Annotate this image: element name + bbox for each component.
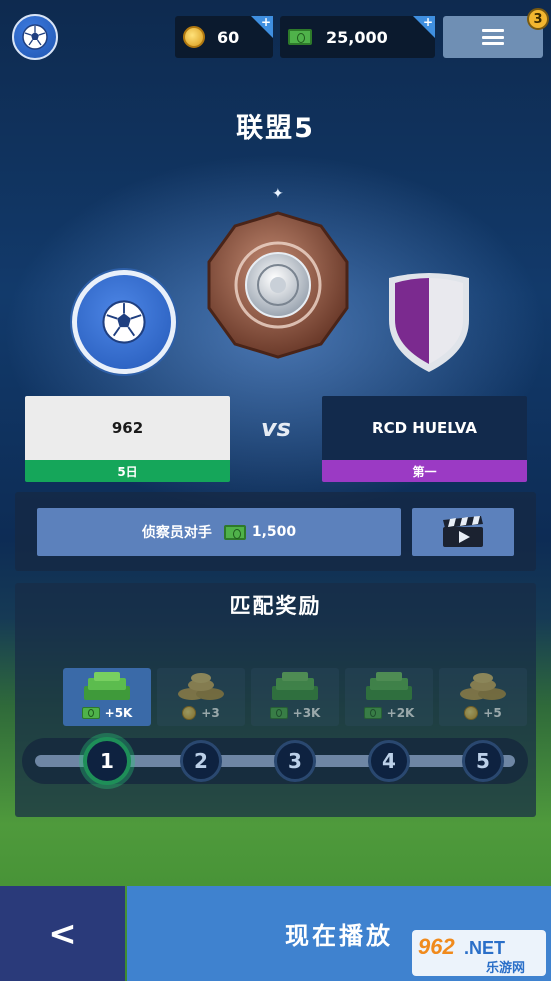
soccer-ball-icon xyxy=(102,300,146,344)
away-team-card: RCD HUELVA 第一 xyxy=(322,396,527,482)
sparkle-icon: ✦ xyxy=(272,186,284,202)
svg-text:.NET: .NET xyxy=(464,938,505,958)
chevron-left-icon: < xyxy=(48,913,77,954)
step-marker: 4 xyxy=(368,740,410,782)
home-team-card: 962 5日 xyxy=(25,396,230,482)
reward-tile[interactable]: +3K xyxy=(251,668,339,726)
coins-value: 60 xyxy=(217,27,240,47)
reward-tile[interactable]: +5 xyxy=(439,668,527,726)
vs-label: vs xyxy=(261,414,291,442)
scout-opponent-button[interactable]: 侦察员对手 1,500 xyxy=(37,508,401,556)
reward-value: +5K xyxy=(104,706,133,720)
svg-text:962: 962 xyxy=(418,934,455,959)
reward-value: +5 xyxy=(483,706,502,720)
coin-icon xyxy=(464,706,479,720)
cash-icon xyxy=(363,707,382,719)
add-cash-button[interactable]: + xyxy=(413,16,435,38)
coins-counter[interactable]: 60 + xyxy=(175,16,273,58)
soccer-ball-icon xyxy=(22,24,48,50)
league-title: 联盟5 xyxy=(236,113,315,144)
cash-counter[interactable]: 25,000 + xyxy=(280,16,435,58)
reward-value: +3 xyxy=(201,706,220,720)
cash-icon xyxy=(223,524,246,540)
cash-stack-icon xyxy=(366,672,412,700)
cash-value: 25,000 xyxy=(326,27,388,47)
home-team-name: 962 xyxy=(25,396,230,460)
clapperboard-icon xyxy=(443,516,483,547)
back-button[interactable]: < xyxy=(0,886,125,981)
step-marker: 1 xyxy=(83,737,131,785)
step-marker: 3 xyxy=(274,740,316,782)
cash-icon xyxy=(288,29,312,45)
home-team-rank: 5日 xyxy=(25,460,230,482)
add-coins-button[interactable]: + xyxy=(251,16,273,38)
away-team-rank: 第一 xyxy=(322,460,527,482)
coin-pile-icon xyxy=(460,673,506,700)
hamburger-icon xyxy=(482,29,504,45)
club-logo-button[interactable] xyxy=(12,14,58,60)
reward-value: +2K xyxy=(386,706,415,720)
step-marker: 5 xyxy=(462,740,504,782)
coin-icon xyxy=(183,26,205,48)
watch-video-button[interactable] xyxy=(412,508,514,556)
home-team-crest xyxy=(72,270,176,374)
away-team-name: RCD HUELVA xyxy=(322,396,527,460)
cash-stack-icon xyxy=(84,672,130,700)
scout-label: 侦察员对手 xyxy=(141,525,212,541)
reward-value: +3K xyxy=(292,706,321,720)
reward-tile[interactable]: +5K xyxy=(63,668,151,726)
cash-stack-icon xyxy=(272,672,318,700)
play-now-label: 现在播放 xyxy=(285,922,393,950)
reward-tile[interactable]: +2K xyxy=(345,668,433,726)
away-team-shield-icon xyxy=(389,273,469,372)
rewards-title: 匹配奖励 xyxy=(229,594,322,618)
league-trophy-icon xyxy=(207,211,349,359)
coin-pile-icon xyxy=(178,673,224,700)
scout-cost: 1,500 xyxy=(251,524,297,540)
notification-badge: 3 xyxy=(527,8,549,30)
svg-text:乐游网: 乐游网 xyxy=(486,960,525,976)
coin-icon xyxy=(182,706,197,720)
watermark-logo: 962 .NET 乐游网 xyxy=(412,930,546,976)
cash-icon xyxy=(269,707,288,719)
reward-tile[interactable]: +3 xyxy=(157,668,245,726)
step-marker: 2 xyxy=(180,740,222,782)
cash-icon xyxy=(81,707,100,719)
